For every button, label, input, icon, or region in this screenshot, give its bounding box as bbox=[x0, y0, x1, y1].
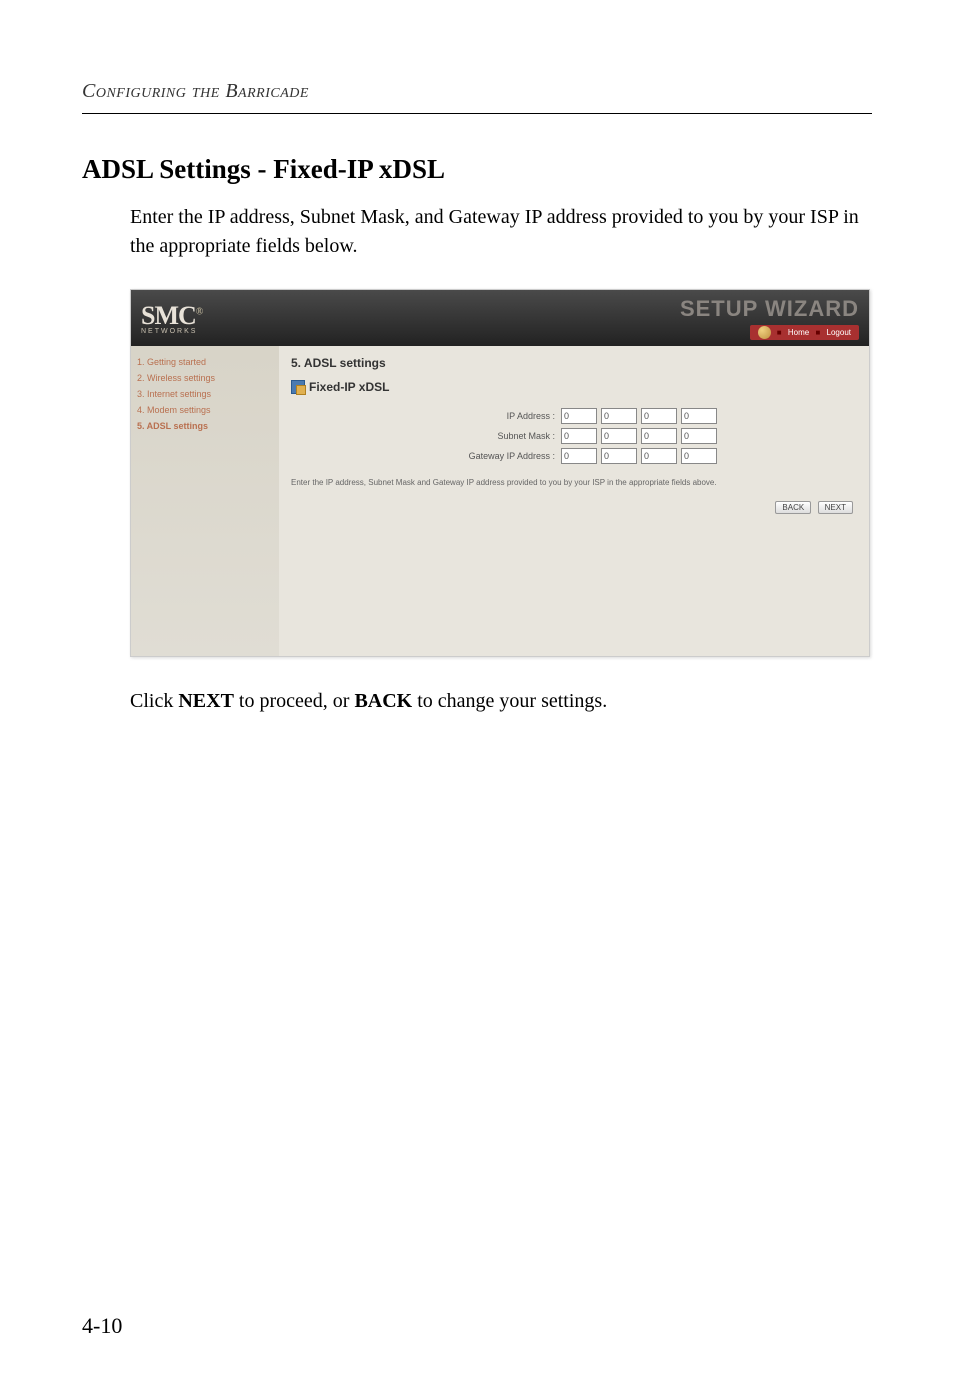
section-title: ADSL Settings - Fixed-IP xDSL bbox=[82, 154, 872, 185]
running-header: Configuring the Barricade bbox=[82, 80, 872, 103]
globe-icon bbox=[758, 326, 771, 339]
back-button[interactable]: BACK bbox=[775, 501, 811, 514]
sidebar-item-modem[interactable]: 4. Modem settings bbox=[137, 402, 273, 418]
wizard-title: SETUP WIZARD bbox=[680, 296, 859, 322]
gateway-octet-4[interactable]: 0 bbox=[681, 448, 717, 464]
brand-logo: SMC® bbox=[141, 301, 202, 331]
gateway-octet-2[interactable]: 0 bbox=[601, 448, 637, 464]
top-nav-buttons[interactable]: ■ Home ■ Logout bbox=[750, 325, 859, 340]
sidebar-item-wireless[interactable]: 2. Wireless settings bbox=[137, 370, 273, 386]
sidebar-item-getting-started[interactable]: 1. Getting started bbox=[137, 354, 273, 370]
ip-octet-4[interactable]: 0 bbox=[681, 408, 717, 424]
subnet-octet-2[interactable]: 0 bbox=[601, 428, 637, 444]
label-subnet-mask: Subnet Mask : bbox=[461, 431, 561, 441]
gateway-octet-3[interactable]: 0 bbox=[641, 448, 677, 464]
form-row-subnet: Subnet Mask : 0 0 0 0 bbox=[461, 428, 857, 444]
screenshot-header: SMC® Networks SETUP WIZARD ■ Home ■ Logo… bbox=[131, 290, 869, 346]
subnet-octet-4[interactable]: 0 bbox=[681, 428, 717, 444]
wizard-sidebar: 1. Getting started 2. Wireless settings … bbox=[131, 346, 279, 656]
ip-octet-2[interactable]: 0 bbox=[601, 408, 637, 424]
form-row-ip: IP Address : 0 0 0 0 bbox=[461, 408, 857, 424]
step-title: 5. ADSL settings bbox=[291, 356, 857, 370]
next-button[interactable]: NEXT bbox=[818, 501, 853, 514]
ip-form: IP Address : 0 0 0 0 Subnet Mask : 0 0 bbox=[461, 408, 857, 464]
sidebar-item-adsl[interactable]: 5. ADSL settings bbox=[137, 418, 273, 434]
home-link[interactable]: Home bbox=[788, 328, 809, 337]
gateway-octet-1[interactable]: 0 bbox=[561, 448, 597, 464]
step-subtitle: Fixed-IP xDSL bbox=[291, 380, 857, 394]
page-number: 4-10 bbox=[82, 1313, 122, 1339]
header-rule bbox=[82, 113, 872, 114]
label-gateway-ip: Gateway IP Address : bbox=[461, 451, 561, 461]
subnet-octet-3[interactable]: 0 bbox=[641, 428, 677, 444]
sidebar-item-internet[interactable]: 3. Internet settings bbox=[137, 386, 273, 402]
intro-paragraph: Enter the IP address, Subnet Mask, and G… bbox=[130, 203, 872, 261]
ip-octet-3[interactable]: 0 bbox=[641, 408, 677, 424]
form-hint: Enter the IP address, Subnet Mask and Ga… bbox=[291, 478, 857, 487]
settings-icon bbox=[291, 380, 305, 394]
router-screenshot: SMC® Networks SETUP WIZARD ■ Home ■ Logo… bbox=[130, 289, 870, 657]
wizard-main-panel: 5. ADSL settings Fixed-IP xDSL IP Addres… bbox=[279, 346, 869, 656]
label-ip-address: IP Address : bbox=[461, 411, 561, 421]
brand-subtitle: Networks bbox=[141, 328, 202, 335]
form-row-gateway: Gateway IP Address : 0 0 0 0 bbox=[461, 448, 857, 464]
logout-link[interactable]: Logout bbox=[827, 328, 851, 337]
subnet-octet-1[interactable]: 0 bbox=[561, 428, 597, 444]
outro-paragraph: Click NEXT to proceed, or BACK to change… bbox=[130, 687, 872, 715]
ip-octet-1[interactable]: 0 bbox=[561, 408, 597, 424]
